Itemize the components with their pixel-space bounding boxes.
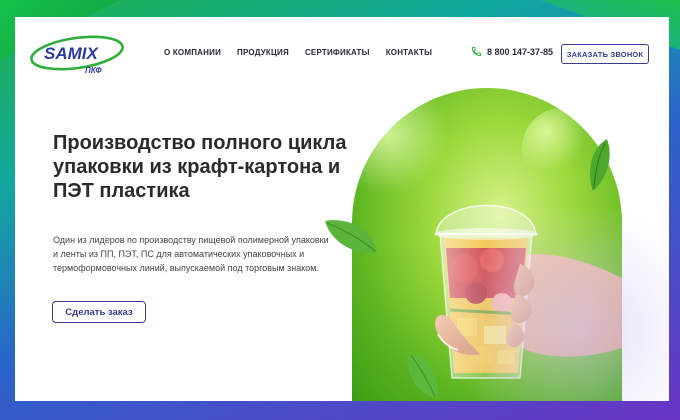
phone-link[interactable]: 8 800 147-37-85 bbox=[471, 46, 553, 57]
page-card: SAMIX ПКФ О КОМПАНИИ ПРОДУКЦИЯ СЕРТИФИКА… bbox=[15, 17, 669, 401]
order-call-button[interactable]: ЗАКАЗАТЬ ЗВОНОК bbox=[561, 44, 649, 64]
nav-item-company[interactable]: О КОМПАНИИ bbox=[164, 48, 221, 57]
nav-item-contacts[interactable]: КОНТАКТЫ bbox=[386, 48, 432, 57]
leaf-icon bbox=[325, 220, 377, 254]
logo-brand: SAMIX bbox=[44, 44, 100, 63]
phone-number: 8 800 147-37-85 bbox=[487, 46, 554, 57]
hero-description: Один из лидеров по производству пищевой … bbox=[53, 235, 329, 273]
main-nav: О КОМПАНИИ ПРОДУКЦИЯ СЕРТИФИКАТЫ КОНТАКТ… bbox=[164, 48, 432, 57]
leaf-icon bbox=[589, 139, 610, 191]
nav-item-certificates[interactable]: СЕРТИФИКАТЫ bbox=[305, 48, 370, 57]
samix-logo[interactable]: SAMIX ПКФ bbox=[29, 33, 129, 77]
logo-sub: ПКФ bbox=[85, 66, 102, 75]
make-order-button[interactable]: Сделать заказ bbox=[52, 301, 146, 323]
hero-image bbox=[352, 88, 622, 401]
cup-illustration bbox=[352, 98, 622, 379]
phone-icon bbox=[471, 46, 482, 57]
logo-graphic: SAMIX ПКФ bbox=[30, 35, 124, 75]
hero-title: Производство полного цикла упаковки из к… bbox=[53, 132, 347, 202]
nav-item-products[interactable]: ПРОДУКЦИЯ bbox=[237, 48, 289, 57]
leaf-icon bbox=[408, 353, 438, 399]
